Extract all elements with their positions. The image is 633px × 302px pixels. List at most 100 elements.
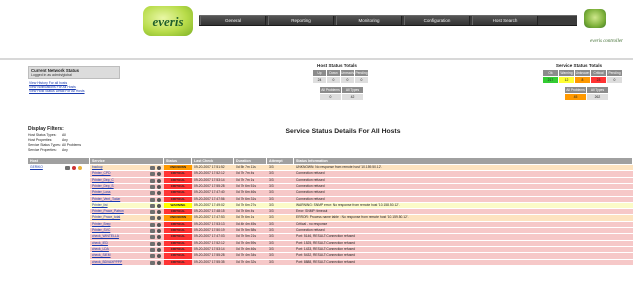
service-link[interactable]: Printer_SVC xyxy=(92,228,110,232)
service-total-value[interactable]: 12 xyxy=(559,77,574,83)
service-action-icon[interactable] xyxy=(157,222,161,227)
table-row[interactable]: Printer_Proce_total UNKNOWN 09-20-2007 17:… xyxy=(28,215,633,221)
service-link[interactable]: check_WINTELLA xyxy=(92,234,119,238)
nav-configuration[interactable]: Configuration xyxy=(404,16,470,25)
host-total-value[interactable]: 0 xyxy=(341,77,354,83)
host-graph-icon[interactable] xyxy=(78,166,82,170)
service-link[interactable]: check_SIEM xyxy=(92,253,111,257)
nav-reporting[interactable]: Reporting xyxy=(268,16,334,25)
table-row[interactable]: Printer_Brep CRITICAL 09-20-2007 17:53:13 0… xyxy=(28,221,633,228)
column-header-duration[interactable]: Duration xyxy=(234,158,266,164)
service-graph-icon[interactable] xyxy=(150,191,155,196)
service-cell: check_WINTELLA xyxy=(90,234,164,240)
service-link[interactable]: Printer_Dep_S xyxy=(92,184,114,188)
service-link[interactable]: Printer_Vent_Todar xyxy=(92,197,120,201)
duration-cell: 0d 7h 6m 1s xyxy=(234,215,267,221)
service-total-value[interactable]: 8 xyxy=(575,77,590,83)
service-total-value[interactable]: 23 xyxy=(591,77,606,83)
host-cell xyxy=(28,183,90,190)
service-link[interactable]: Printer_Proce_Patron xyxy=(92,209,124,213)
service-link[interactable]: Printer_Brep xyxy=(92,222,111,226)
service-graph-icon[interactable] xyxy=(150,260,155,265)
service-link[interactable]: Printer_CPD xyxy=(92,171,111,175)
service-graph-icon[interactable] xyxy=(150,235,155,240)
link-host-status-detail[interactable]: View Host Status Detail For All Hosts xyxy=(29,89,85,93)
service-graph-icon[interactable] xyxy=(150,197,155,202)
service-action-icon[interactable] xyxy=(157,229,161,233)
column-header-status-information[interactable]: Status Information xyxy=(294,158,632,164)
service-graph-icon[interactable] xyxy=(150,216,155,221)
service-graph-icon[interactable] xyxy=(150,184,155,189)
service-link[interactable]: check_IED xyxy=(92,241,108,245)
host-total-value[interactable]: 24 xyxy=(313,77,326,83)
service-link[interactable]: check_BDVAXPPPP xyxy=(92,260,122,264)
service-action-icon[interactable] xyxy=(157,172,161,177)
column-header-attempt[interactable]: Attempt xyxy=(267,158,293,164)
nav-monitoring[interactable]: Monitoring xyxy=(336,16,402,25)
table-row[interactable]: Printer_Loss CRITICAL 09-20-2007 17:47:40 0… xyxy=(28,190,633,196)
service-action-icon[interactable] xyxy=(157,254,161,259)
service-action-icon[interactable] xyxy=(157,203,161,208)
host-link[interactable]: GERIKO xyxy=(30,165,43,169)
host-total-value[interactable]: 0 xyxy=(355,77,368,83)
service-link[interactable]: backup xyxy=(92,165,103,169)
host-total-value[interactable]: 42 xyxy=(342,94,363,100)
service-graph-icon[interactable] xyxy=(150,254,155,259)
service-action-icon[interactable] xyxy=(157,178,161,183)
table-row[interactable]: Printer_SVC CRITICAL 09-20-2007 17:50:19 0d… xyxy=(28,228,633,234)
service-graph-icon[interactable] xyxy=(150,203,155,208)
service-link[interactable]: Printer_Proce_total xyxy=(92,215,120,219)
service-graph-icon[interactable] xyxy=(150,222,155,227)
everis-logo[interactable]: everis xyxy=(143,6,193,36)
table-row[interactable]: check_WINTELLA CRITICAL 09-20-2007 17:47:0… xyxy=(28,234,633,240)
table-row[interactable]: GERIKO backup UNKNOWN 09-20-2007 17:51:52 0d… xyxy=(28,165,633,171)
service-action-icon[interactable] xyxy=(157,184,161,189)
service-graph-icon[interactable] xyxy=(150,210,155,215)
nav-general[interactable]: General xyxy=(200,16,266,25)
service-graph-icon[interactable] xyxy=(150,241,155,246)
table-row[interactable]: Printer_Vent_Todar CRITICAL 09-20-2007 17:… xyxy=(28,196,633,202)
service-link[interactable]: Printer_Dep_C xyxy=(92,178,114,182)
service-graph-icon[interactable] xyxy=(150,178,155,183)
host-total-value[interactable]: 0 xyxy=(320,94,341,100)
table-row[interactable]: check_LDA CRITICAL 09-20-2007 17:53:14 0d 7… xyxy=(28,246,633,253)
table-row[interactable]: Printer_Dep_C CRITICAL 09-20-2007 17:53:14… xyxy=(28,177,633,183)
service-link[interactable]: check_LDA xyxy=(92,247,109,251)
service-action-icon[interactable] xyxy=(157,197,161,202)
service-graph-icon[interactable] xyxy=(150,172,155,177)
service-total-value[interactable]: 262 xyxy=(587,94,608,100)
service-action-icon[interactable] xyxy=(157,241,161,246)
service-action-icon[interactable] xyxy=(157,216,161,221)
host-action-icon[interactable] xyxy=(72,166,76,170)
table-row[interactable]: check_SIEM CRITICAL 09-20-2007 17:55:28 0d … xyxy=(28,253,633,259)
nav-host-search[interactable]: Host Search xyxy=(472,16,538,25)
host-notes-icon[interactable] xyxy=(65,166,70,170)
service-action-icon[interactable] xyxy=(157,235,161,240)
service-action-icon[interactable] xyxy=(157,260,161,265)
service-link[interactable]: Printer_Loss xyxy=(92,190,111,194)
service-action-icon[interactable] xyxy=(157,166,161,170)
service-total-value[interactable]: 0 xyxy=(607,77,622,83)
last-check-cell: 09-20-2007 17:55:28 xyxy=(192,183,234,190)
service-graph-icon[interactable] xyxy=(150,166,155,170)
table-row[interactable]: check_BDVAXPPPP CRITICAL 09-20-2007 17:55:… xyxy=(28,259,633,265)
table-row[interactable]: check_IED CRITICAL 09-20-2007 17:52:12 0d 7… xyxy=(28,240,633,246)
table-row[interactable]: Printer_Proce_Patron CRITICAL 09-20-2007 1… xyxy=(28,209,633,215)
service-action-icon[interactable] xyxy=(157,191,161,196)
status-info-cell: Port: 5146, RESULT:Connection refused xyxy=(294,234,633,240)
service-graph-icon[interactable] xyxy=(150,247,155,252)
service-graph-icon[interactable] xyxy=(150,229,155,233)
service-total-value[interactable]: 45 xyxy=(565,94,586,100)
column-header-service[interactable]: Service xyxy=(90,158,163,164)
column-header-status[interactable]: Status xyxy=(164,158,191,164)
service-total-value[interactable]: 217 xyxy=(543,77,558,83)
column-header-last-check[interactable]: Last Check xyxy=(192,158,233,164)
table-row[interactable]: Printer_Dep_S CRITICAL 09-20-2007 17:55:28… xyxy=(28,183,633,190)
service-action-icon[interactable] xyxy=(157,210,161,215)
table-row[interactable]: Printer_CPD CRITICAL 09-20-2007 17:52:12 0d… xyxy=(28,171,633,177)
service-link[interactable]: Printer_list xyxy=(92,203,108,207)
column-header-host[interactable]: Host xyxy=(28,158,89,164)
service-action-icon[interactable] xyxy=(157,247,161,252)
host-total-value[interactable]: 0 xyxy=(327,77,340,83)
table-row[interactable]: Printer_list WARNING 09-20-2007 17:49:02 0d… xyxy=(28,202,633,209)
